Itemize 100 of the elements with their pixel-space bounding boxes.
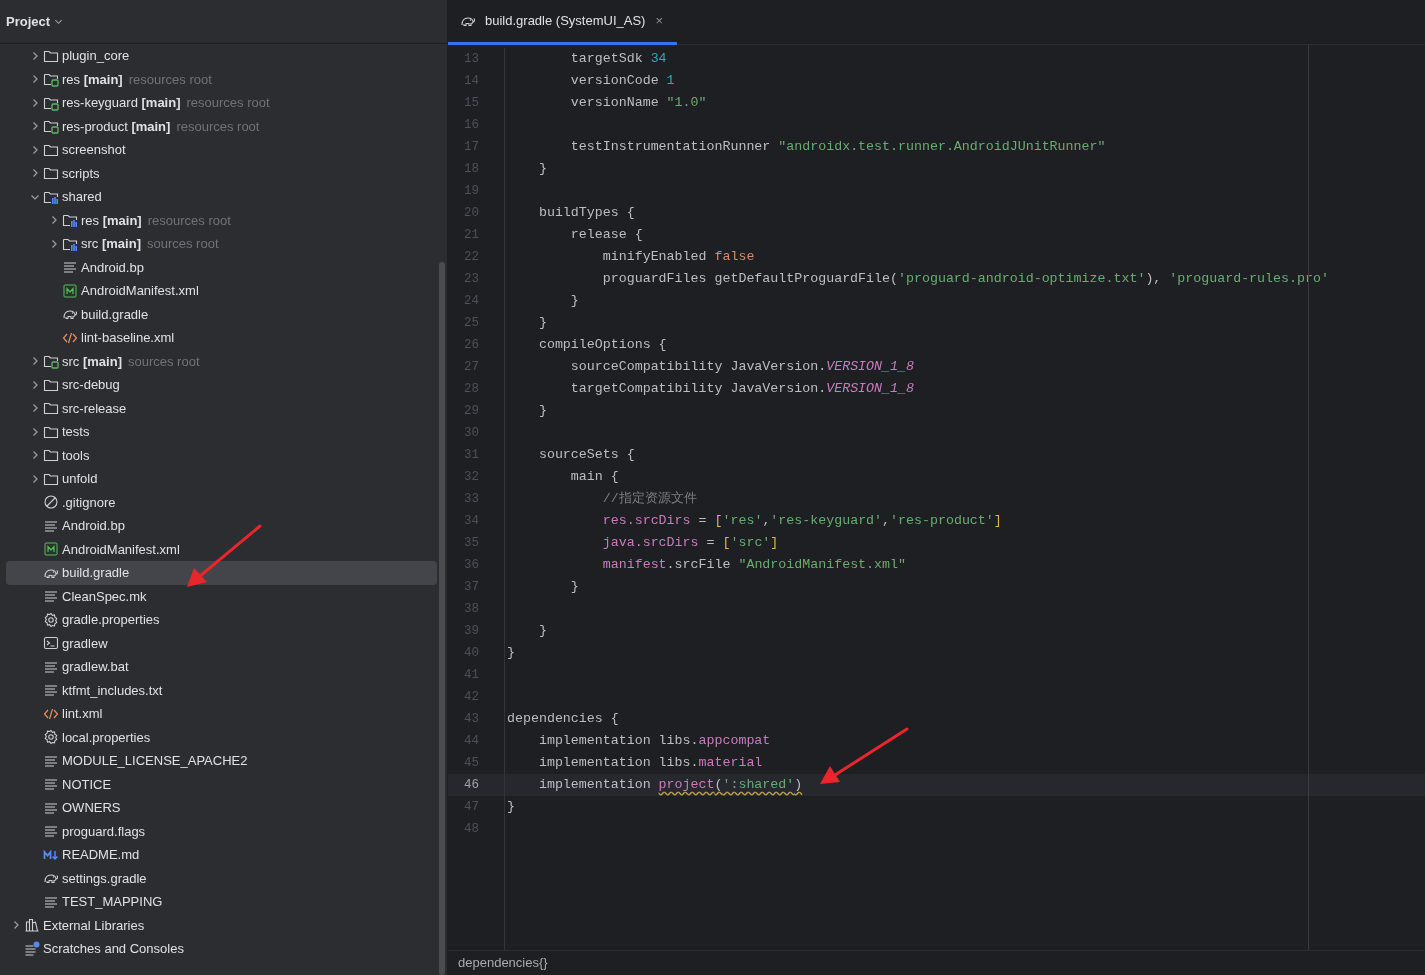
scrollbar-thumb[interactable]	[439, 262, 445, 975]
item-label: build.gradle	[62, 564, 130, 582]
code-line: buildTypes {	[537, 204, 636, 222]
tree-item[interactable]: shared	[6, 185, 437, 209]
item-label: src-release	[62, 399, 127, 418]
module-folder-icon	[62, 212, 78, 229]
chevron-right-icon[interactable]	[30, 356, 40, 367]
tree-item[interactable]: MODULE_LICENSE_APACHE2	[6, 749, 437, 773]
code-line: compileOptions {	[537, 336, 668, 354]
code-line: implementation libs.material	[537, 754, 764, 772]
code-line: manifest.srcFile "AndroidManifest.xml"	[601, 556, 907, 574]
chevron-right-icon[interactable]	[30, 97, 40, 108]
tree-item[interactable]: src [main] sources root	[6, 232, 437, 256]
manifest-file-icon	[62, 282, 78, 299]
terminal-icon	[43, 635, 59, 652]
code-line: main {	[569, 468, 620, 486]
breadcrumb[interactable]: dependencies{}	[458, 953, 548, 973]
item-label: res-product [main]	[62, 117, 171, 136]
item-label: External Libraries	[43, 916, 145, 935]
tree-item[interactable]: AndroidManifest.xml	[6, 537, 437, 561]
tree-item[interactable]: Android.bp	[6, 514, 437, 538]
editor-tab[interactable]: build.gradle (SystemUI_AS) ×	[448, 0, 677, 45]
item-label: tests	[62, 423, 90, 441]
tree-item[interactable]: Android.bp	[6, 255, 437, 279]
tree-item[interactable]: res-product [main] resources root	[6, 114, 437, 138]
root-hint: resources root	[128, 70, 212, 89]
item-label: Scratches and Consoles	[43, 940, 184, 958]
close-button[interactable]: ×	[655, 11, 663, 31]
project-view-dropdown[interactable]: Project	[6, 11, 64, 32]
tree-item[interactable]: tools	[6, 443, 437, 467]
item-label: Android.bp	[62, 517, 125, 535]
chevron-right-icon[interactable]	[30, 50, 40, 61]
tree-item[interactable]: NOTICE	[6, 772, 437, 796]
tree-item[interactable]: tests	[6, 420, 437, 444]
root-hint: resources root	[147, 211, 231, 230]
code-line: release {	[569, 226, 644, 244]
tree-item[interactable]: plugin_core	[6, 44, 437, 68]
tree-item[interactable]: res [main] resources root	[6, 208, 437, 232]
code-line: sourceCompatibility JavaVersion.VERSION_1_8	[569, 358, 915, 376]
tree-item[interactable]: lint.xml	[6, 702, 437, 726]
item-label: AndroidManifest.xml	[81, 282, 199, 300]
tree-item[interactable]: OWNERS	[6, 796, 437, 820]
chevron-right-icon[interactable]	[30, 121, 40, 132]
code-line: dependencies {	[506, 710, 620, 728]
tree-item[interactable]: External Libraries	[6, 913, 437, 937]
item-label: src [main]	[81, 235, 141, 253]
tree-item[interactable]: gradlew	[6, 631, 437, 655]
item-label: settings.gradle	[62, 869, 147, 888]
tree-item[interactable]: build.gradle	[6, 302, 437, 326]
tree-item[interactable]: gradle.properties	[6, 608, 437, 632]
chevron-right-icon[interactable]	[30, 379, 40, 390]
tree-item[interactable]: Scratches and Consoles	[6, 937, 437, 961]
item-label: plugin_core	[62, 47, 130, 65]
item-label: proguard.flags	[62, 822, 146, 841]
item-label: MODULE_LICENSE_APACHE2	[62, 752, 248, 770]
tree-item[interactable]: screenshot	[6, 138, 437, 162]
code-line: }	[537, 160, 548, 178]
tree-item[interactable]: .gitignore	[6, 490, 437, 514]
item-label: .gitignore	[62, 493, 116, 512]
code-line: }	[506, 644, 516, 662]
tree-item[interactable]: scripts	[6, 161, 437, 185]
tree-item[interactable]: src-debug	[6, 373, 437, 397]
tree-item[interactable]: proguard.flags	[6, 819, 437, 843]
tree-item[interactable]: unfold	[6, 467, 437, 491]
tree-item[interactable]: res [main] resources root	[6, 67, 437, 91]
tree-item[interactable]: src [main] sources root	[6, 349, 437, 373]
code-line: implementation libs.appcompat	[537, 732, 772, 750]
tree-item[interactable]: gradlew.bat	[6, 655, 437, 679]
tree-item[interactable]: res-keyguard [main] resources root	[6, 91, 437, 115]
code-line: testInstrumentationRunner "androidx.test.runner.AndroidJUnitRunner"	[569, 138, 1107, 156]
chevron-right-icon[interactable]	[30, 426, 40, 437]
tree-item[interactable]: local.properties	[6, 725, 437, 749]
item-label: NOTICE	[62, 775, 112, 794]
code-line: minifyEnabled false	[601, 248, 756, 266]
chevron-right-icon[interactable]	[30, 473, 40, 484]
tree-item[interactable]: lint-baseline.xml	[6, 326, 437, 350]
item-label: ktfmt_includes.txt	[62, 681, 163, 700]
chevron-right-icon[interactable]	[30, 74, 40, 85]
tree-item[interactable]: ktfmt_includes.txt	[6, 678, 437, 702]
chevron-right-icon[interactable]	[30, 168, 40, 179]
item-label: README.md	[62, 846, 140, 864]
source-folder-icon	[43, 353, 59, 370]
chevron-right-icon[interactable]	[49, 215, 59, 226]
tree-item[interactable]: AndroidManifest.xml	[6, 279, 437, 303]
item-label: TEST_MAPPING	[62, 893, 163, 911]
item-label: scripts	[62, 164, 100, 183]
tree-item[interactable]: README.md	[6, 843, 437, 867]
chevron-right-icon[interactable]	[49, 238, 59, 249]
chevron-right-icon[interactable]	[30, 450, 40, 461]
chevron-right-icon[interactable]	[30, 403, 40, 414]
gear-icon	[43, 611, 59, 628]
chevron-right-icon[interactable]	[30, 144, 40, 155]
tree-item[interactable]: src-release	[6, 396, 437, 420]
chevron-right-icon[interactable]	[11, 920, 21, 931]
code-line: targetSdk 34	[569, 50, 668, 68]
text-file-icon	[43, 588, 59, 605]
tree-item[interactable]: build.gradle	[6, 561, 437, 585]
tree-item[interactable]: CleanSpec.mk	[6, 584, 437, 608]
tree-item[interactable]: TEST_MAPPING	[6, 890, 437, 914]
tree-item[interactable]: settings.gradle	[6, 866, 437, 890]
